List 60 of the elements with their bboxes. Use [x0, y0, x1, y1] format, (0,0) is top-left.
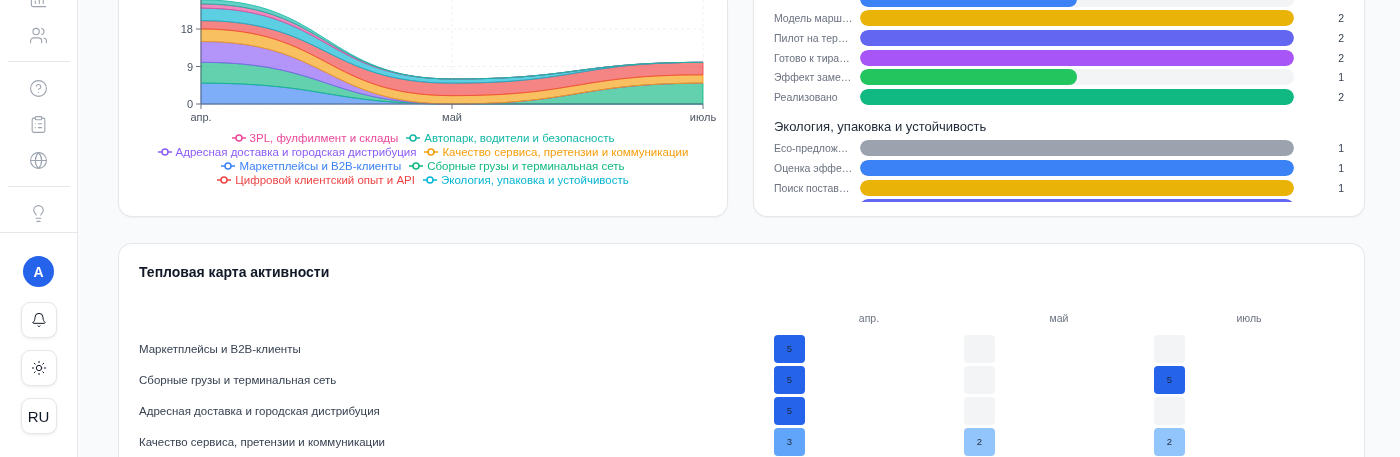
legend-label[interactable]: Маркетплейсы и B2B-клиенты	[239, 160, 402, 172]
heatmap-cell: 5	[774, 334, 805, 363]
axis-tick-label: апр.	[190, 111, 212, 123]
axis-tick-label: июль	[689, 111, 717, 123]
user-avatar[interactable]: A	[23, 256, 54, 287]
heatmap-cell: 5	[774, 365, 805, 394]
sun-icon	[30, 360, 47, 376]
status-label: Эффект заме…	[774, 71, 853, 84]
status-count: 2	[1337, 32, 1344, 44]
status-count: 2	[1337, 51, 1344, 64]
legend-label[interactable]: Качество сервиса, претензии и коммуникации	[442, 146, 689, 158]
status-label: Реализовано	[774, 90, 839, 103]
status-count: 1	[1337, 71, 1344, 84]
status-label: Поиск постав…	[774, 181, 851, 194]
bell-icon	[30, 312, 47, 328]
theme-toggle-button[interactable]	[20, 350, 57, 386]
legend-label[interactable]: 3PL, фулфилмент и склады	[249, 132, 399, 144]
status-label: Модель марш…	[774, 12, 854, 25]
heatmap-title: Тепловая карта активности	[139, 264, 331, 280]
row-label: Адресная доставка и городская дистрибуция	[139, 404, 381, 417]
axis-tick-label: 0	[186, 98, 193, 110]
status-count: 1	[1337, 142, 1344, 155]
heatmap-cell: 2	[964, 427, 995, 456]
status-label: Eco-предлож…	[774, 142, 850, 155]
status-count: 2	[1337, 90, 1344, 103]
status-label: Готово к тира…	[774, 51, 851, 64]
group-title: Экология, упаковка и устойчивость	[774, 118, 988, 134]
legend-label[interactable]: Экология, упаковка и устойчивость	[441, 174, 629, 186]
legend-label[interactable]: Цифровой клиентский опыт и API	[235, 174, 415, 186]
language-button[interactable]: RU	[20, 398, 57, 434]
legend-line-icon	[423, 176, 437, 184]
legend-line-icon	[409, 162, 424, 170]
legend-label[interactable]: Сборные грузы и терминальная сеть	[427, 160, 625, 172]
legend-line-icon	[221, 162, 236, 170]
legend-line-icon	[217, 176, 232, 184]
axis-tick-label: 18	[180, 23, 193, 35]
heatmap-cell: 2	[1154, 427, 1185, 456]
legend-label[interactable]: Адресная доставка и городская дистрибуция	[175, 146, 417, 158]
column-header: май	[1049, 311, 1069, 324]
legend-line-icon	[231, 134, 246, 142]
column-header: апр.	[858, 311, 880, 324]
axis-tick-label: май	[442, 111, 462, 123]
column-header: июль	[1236, 311, 1262, 324]
heatmap-cell: 3	[774, 427, 805, 456]
row-label: Качество сервиса, претензии и коммуникации	[139, 435, 387, 448]
row-label: Маркетплейсы и B2B-клиенты	[139, 342, 302, 355]
legend-line-icon	[157, 148, 172, 156]
notifications-button[interactable]	[20, 302, 57, 338]
status-label: Оценка эффе…	[774, 161, 854, 174]
status-count: 1	[1337, 161, 1344, 174]
status-count: 1	[1337, 181, 1344, 194]
legend-line-icon	[406, 134, 421, 142]
heatmap-cell: 5	[1154, 365, 1185, 394]
row-label: Сборные грузы и терминальная сеть	[139, 373, 338, 386]
legend-label[interactable]: Автопарк, водители и безопасность	[424, 132, 615, 144]
legend-line-icon	[424, 148, 439, 156]
heatmap-cell: 5	[774, 396, 805, 425]
axis-tick-label: 9	[186, 60, 193, 73]
status-label: Пилот на тер…	[774, 32, 850, 44]
status-count: 2	[1337, 12, 1344, 25]
